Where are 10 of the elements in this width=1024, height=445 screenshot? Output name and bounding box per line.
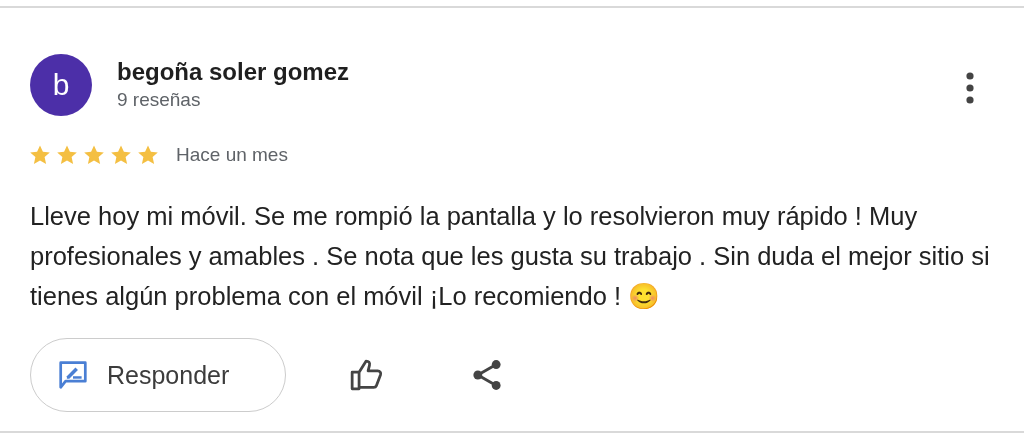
reply-icon (57, 359, 89, 391)
reply-button[interactable]: Responder (30, 338, 286, 412)
author-name[interactable]: begoña soler gomez (117, 57, 966, 87)
share-icon[interactable] (470, 358, 504, 392)
avatar: b (30, 54, 92, 116)
more-options-icon[interactable] (966, 72, 974, 104)
thumbs-up-icon[interactable] (348, 357, 384, 393)
review-date: Hace un mes (176, 144, 288, 166)
review-text: Lleve hoy mi móvil. Se me rompió la pantalla y lo resolvieron muy rápido ! Muy profesionales y amables . Se nota que les gusta su trabajo . Sin duda el mejor sitio si tienes algún problema con el móvil ¡Lo recomiendo ! 😊 (30, 201, 991, 312)
review-count: 9 reseñas (117, 88, 202, 112)
